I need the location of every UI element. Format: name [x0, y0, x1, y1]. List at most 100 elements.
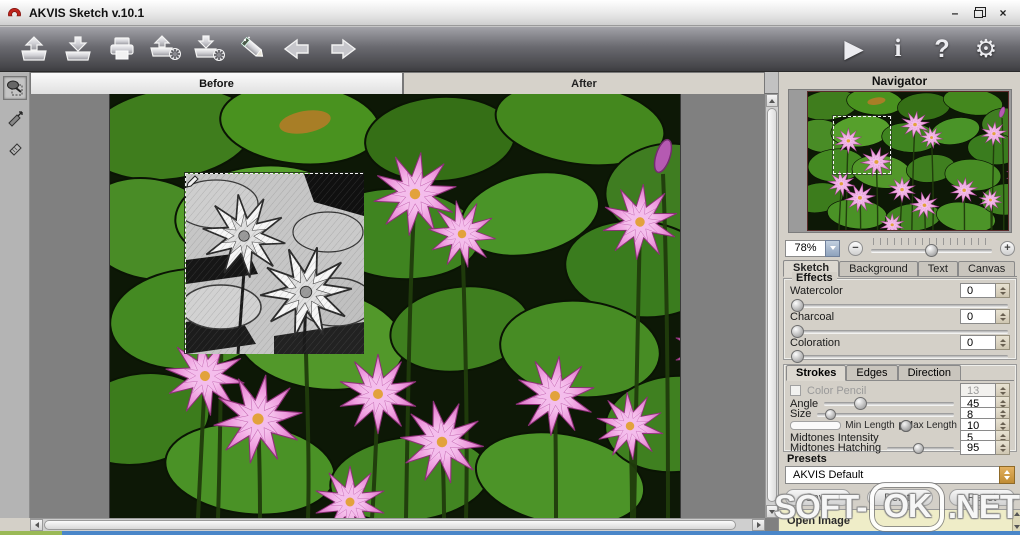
gear-icon: ⚙	[974, 35, 998, 63]
spin-up-icon	[999, 399, 1006, 403]
spin-up-icon	[999, 443, 1006, 447]
tab-direction[interactable]: Direction	[897, 365, 961, 380]
color-pencil-checkbox[interactable]	[790, 385, 801, 396]
eraser-tool-button[interactable]	[3, 136, 27, 160]
zoom-in-button[interactable]: +	[1000, 240, 1015, 256]
coloration-slider-knob[interactable]	[791, 350, 804, 363]
watercolor-value[interactable]: 0	[960, 283, 996, 298]
restore-button[interactable]	[972, 6, 986, 20]
charcoal-spinbox[interactable]: 0	[960, 309, 1010, 324]
max-length-knob[interactable]	[899, 419, 912, 432]
presets-dropdown[interactable]: AKVIS Default	[785, 466, 1015, 484]
coloration-spinbox[interactable]: 0	[960, 335, 1010, 350]
stroke-direction-tool-button[interactable]	[3, 106, 27, 130]
slider-track	[817, 413, 954, 416]
midtones-hatching-slider[interactable]	[885, 442, 956, 454]
effects-group: Effects Watercolor 0 Charcoal 0 Colorati…	[783, 272, 1017, 363]
undo-button[interactable]	[276, 30, 320, 68]
spin-down-icon	[999, 391, 1006, 395]
tab-edges[interactable]: Edges	[846, 365, 898, 380]
spin-down-icon	[999, 448, 1006, 452]
info-icon: i	[894, 35, 902, 62]
horizontal-scroll-thumb[interactable]	[44, 520, 736, 530]
midtones-hatching-spin-buttons[interactable]	[996, 440, 1010, 455]
coloration-slider[interactable]	[790, 350, 1010, 363]
close-button[interactable]: ×	[996, 6, 1010, 20]
spin-up-icon	[999, 286, 1006, 290]
tab-after[interactable]: After	[403, 72, 765, 94]
slider-track	[792, 330, 1008, 333]
watercolor-spinbox[interactable]: 0	[960, 283, 1010, 298]
scroll-left-button[interactable]	[30, 519, 43, 531]
arrow-up-icon	[769, 98, 775, 103]
vertical-scrollbar[interactable]	[765, 94, 778, 518]
tab-background[interactable]: Background	[839, 261, 918, 276]
scroll-up-button[interactable]	[766, 94, 778, 107]
undo-arrow-icon	[283, 38, 309, 60]
arrow-left-icon	[34, 522, 39, 528]
length-range-slider[interactable]	[898, 419, 912, 432]
spin-up-icon	[999, 433, 1006, 437]
sketch-preview-art	[186, 174, 364, 354]
spin-down-icon	[1004, 476, 1010, 480]
horizontal-scrollbar[interactable]	[30, 518, 765, 532]
about-button[interactable]: i	[876, 30, 920, 68]
presets-selected-value[interactable]: AKVIS Default	[785, 466, 999, 484]
midtones-hatching-value[interactable]: 95	[960, 440, 996, 455]
navigator-thumbnail[interactable]	[788, 89, 1012, 233]
pencil-cursor-icon	[186, 175, 199, 188]
photo-before	[110, 94, 680, 518]
strokes-group: Strokes Edges Direction Color Pencil 13 …	[783, 364, 1017, 455]
window-title: AKVIS Sketch v.10.1	[29, 5, 145, 20]
run-button[interactable]: ▶	[832, 30, 876, 68]
tab-canvas[interactable]: Canvas	[957, 261, 1016, 276]
midtones-hatching-knob[interactable]	[913, 442, 925, 454]
charcoal-label: Charcoal	[790, 310, 835, 323]
size-slider[interactable]	[815, 409, 956, 420]
tab-before[interactable]: Before	[30, 72, 403, 94]
charcoal-spin-buttons[interactable]	[996, 309, 1010, 324]
zoom-slider-knob[interactable]	[925, 244, 939, 257]
charcoal-value[interactable]: 0	[960, 309, 996, 324]
vertical-scroll-thumb[interactable]	[767, 108, 777, 502]
coloration-value[interactable]: 0	[960, 335, 996, 350]
zoom-dropdown-button[interactable]	[825, 239, 840, 257]
zoom-slider[interactable]	[869, 238, 994, 258]
pencil-tool-icon	[240, 36, 264, 57]
tab-strokes[interactable]: Strokes	[786, 365, 847, 381]
spin-up-icon	[999, 421, 1006, 425]
preview-area-tool-button[interactable]	[2, 76, 27, 100]
navigator-view-rectangle[interactable]	[833, 116, 891, 174]
presets-dropdown-button[interactable]	[999, 466, 1015, 484]
open-image-button[interactable]	[12, 30, 56, 68]
midtones-hatching-spinbox[interactable]: 95	[960, 440, 1010, 455]
image-viewport[interactable]	[30, 94, 765, 518]
settings-panel: Navigator 78% − + Sketch Background Text…	[778, 72, 1020, 531]
spin-up-icon	[999, 410, 1006, 413]
export-presets-button[interactable]	[188, 30, 232, 68]
status-strip	[0, 531, 1020, 535]
minimize-button[interactable]: –	[948, 6, 962, 20]
run-icon: ▶	[844, 35, 864, 63]
print-button[interactable]	[100, 30, 144, 68]
watercolor-row: Watercolor 0	[790, 283, 1010, 298]
export-presets-icon	[194, 35, 225, 61]
sketch-preview-region[interactable]	[185, 173, 364, 354]
save-image-button[interactable]	[56, 30, 100, 68]
spin-down-icon	[999, 343, 1006, 347]
help-button[interactable]: ?	[920, 30, 964, 68]
zoom-out-button[interactable]: −	[848, 240, 863, 256]
save-image-icon	[65, 36, 91, 61]
pencil-tool-button[interactable]	[232, 30, 276, 68]
watercolor-spin-buttons[interactable]	[996, 283, 1010, 298]
preferences-button[interactable]: ⚙	[964, 30, 1008, 68]
scroll-right-button[interactable]	[752, 519, 765, 531]
before-after-tabs: Before After	[30, 72, 778, 94]
chevron-down-icon	[829, 246, 836, 250]
zoom-value-field[interactable]: 78%	[785, 239, 825, 257]
import-presets-button[interactable]	[144, 30, 188, 68]
coloration-spin-buttons[interactable]	[996, 335, 1010, 350]
redo-button[interactable]	[320, 30, 364, 68]
zoom-controls: 78% − +	[785, 238, 1015, 258]
tab-text[interactable]: Text	[917, 261, 958, 276]
